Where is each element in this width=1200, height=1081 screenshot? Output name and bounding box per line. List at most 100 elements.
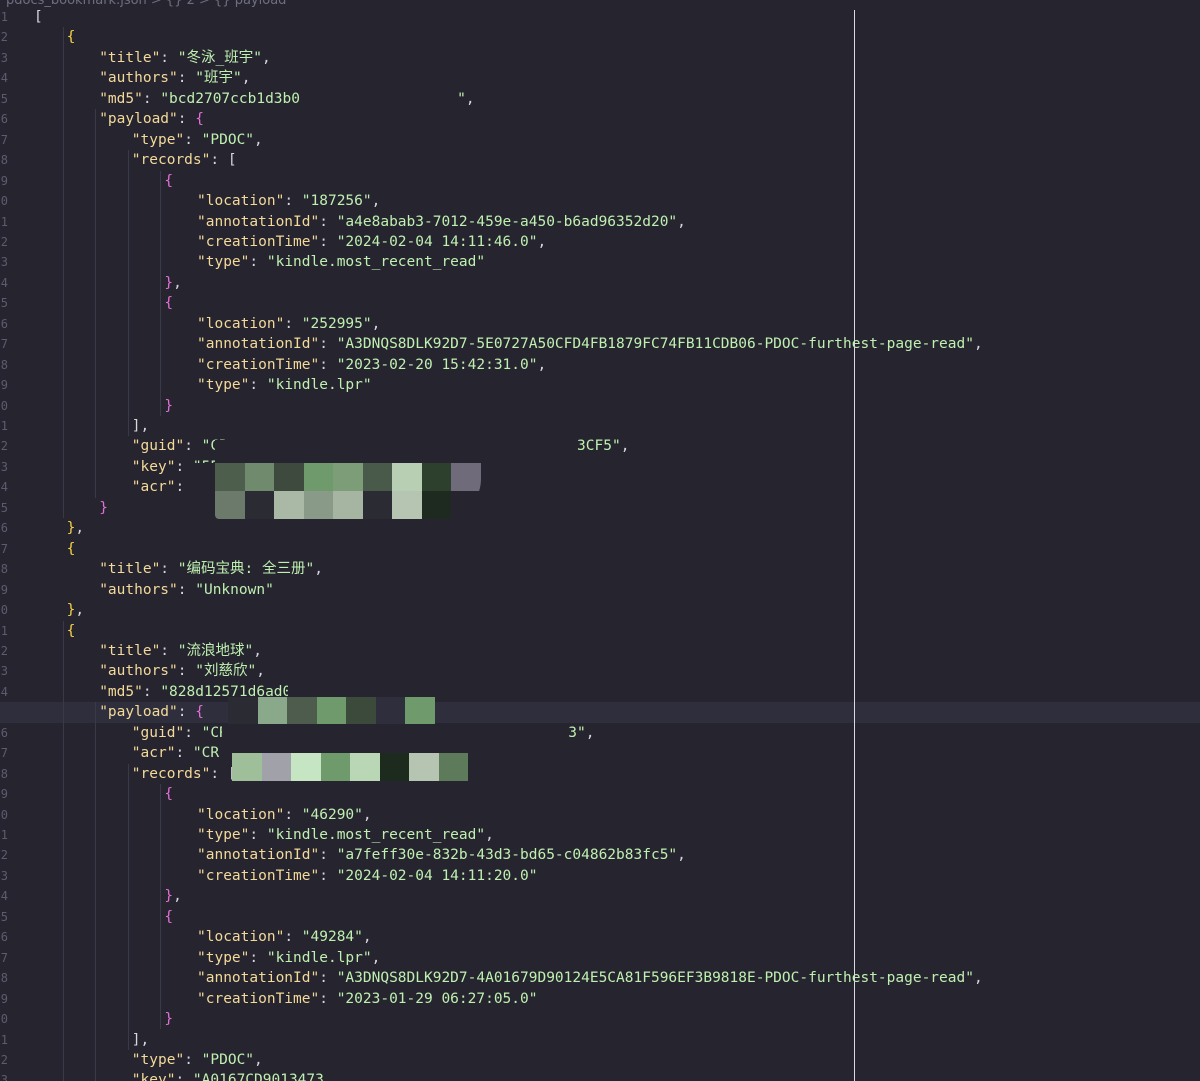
code-line[interactable]: "type": "PDOC", xyxy=(0,130,1200,150)
json-key: "type" xyxy=(131,1051,185,1068)
json-punctuation: : xyxy=(319,970,337,987)
code-line[interactable]: "type": "kindle.lpr" xyxy=(0,375,1200,395)
code-line[interactable]: "acr": "CR xyxy=(0,743,1200,763)
code-line[interactable]: { xyxy=(0,27,1200,47)
code-line[interactable]: "authors": "班宇", xyxy=(0,68,1200,88)
code-line[interactable]: "type": "kindle.most_recent_read", xyxy=(0,825,1200,845)
json-punctuation: : xyxy=(142,90,161,107)
code-line[interactable]: { xyxy=(0,539,1200,559)
json-string: "2024-02-04 14:11:46.0" xyxy=(336,233,538,250)
indent-guide xyxy=(62,620,64,1081)
code-line[interactable]: "annotationId": "A3DNQS8DLK92D7-5E0727A5… xyxy=(0,334,1200,354)
code-line[interactable]: "key": "5E xyxy=(0,457,1200,477)
json-key: "acr" xyxy=(131,745,176,762)
code-line[interactable]: "guid": "CR 3", xyxy=(0,723,1200,743)
code-area[interactable]: [{"title": "冬泳_班宇", "authors": "班宇", "md5"… xyxy=(0,0,1200,1081)
code-line[interactable]: "location": "187256", xyxy=(0,191,1200,211)
json-punctuation: { xyxy=(195,111,204,128)
code-line[interactable]: "md5": "828d12571d6ad09 xyxy=(0,682,1200,702)
json-string: "kindle.lpr" xyxy=(266,949,372,966)
json-key: "records" xyxy=(131,765,211,782)
json-string: "A3DNQS8DLK92D7-5E0727A50CFD4FB1879FC74F… xyxy=(336,336,974,353)
code-line[interactable]: "annotationId": "a4e8abab3-7012-459e-a45… xyxy=(0,212,1200,232)
json-punctuation: , xyxy=(254,1051,263,1068)
code-line[interactable]: "authors": "刘慈欣", xyxy=(0,661,1200,681)
json-string: "A3DNQS8DLK92D7-4A01679D90124E5CA81F596E… xyxy=(336,970,974,987)
json-punctuation: : xyxy=(319,336,337,353)
code-line[interactable]: "type": "kindle.lpr", xyxy=(0,948,1200,968)
json-punctuation: , xyxy=(677,847,686,864)
json-punctuation: [ xyxy=(34,9,43,25)
code-line[interactable]: "type": "kindle.most_recent_read" xyxy=(0,252,1200,272)
code-line[interactable]: ], xyxy=(0,416,1200,436)
json-punctuation: , xyxy=(485,827,494,843)
json-string: "2024-02-04 14:11:20.0" xyxy=(336,867,538,884)
code-line[interactable]: }, xyxy=(0,273,1200,293)
code-line[interactable]: "payload": { xyxy=(0,702,1200,723)
code-line[interactable]: "guid": "CR 3CF5", xyxy=(0,436,1200,456)
code-line[interactable]: "annotationId": "a7feff30e-832b-43d3-bd6… xyxy=(0,845,1200,865)
json-key: "type" xyxy=(197,377,250,394)
json-string: "kindle.most_recent_read" xyxy=(266,254,486,271)
json-key: "location" xyxy=(197,193,285,210)
code-line[interactable]: "md5": "bcd2707ccb1d3b0 ", xyxy=(0,89,1200,109)
json-punctuation: , xyxy=(677,213,686,230)
code-line[interactable]: "records": [ xyxy=(0,764,1200,784)
json-key: "title" xyxy=(99,642,161,659)
json-string: "a7feff30e-832b-43d3-bd65-c04862b83fc5" xyxy=(336,847,678,864)
code-line[interactable]: "creationTime": "2024-02-04 14:11:20.0" xyxy=(0,866,1200,886)
code-line[interactable]: "creationTime": "2023-01-29 06:27:05.0" xyxy=(0,989,1200,1009)
code-line[interactable]: [ xyxy=(0,7,1200,27)
code-line[interactable]: "creationTime": "2023-02-20 15:42:31.0", xyxy=(0,355,1200,375)
json-key: "guid" xyxy=(131,724,185,741)
code-line[interactable]: } xyxy=(0,396,1200,416)
json-key: "records" xyxy=(131,152,211,169)
redaction-mask xyxy=(222,724,532,753)
code-line[interactable]: "authors": "Unknown" xyxy=(0,580,1200,600)
json-punctuation: : xyxy=(184,438,202,455)
indent-guide xyxy=(127,150,129,437)
code-line[interactable]: { xyxy=(0,171,1200,191)
code-line[interactable]: "title": "编码宝典: 全三册", xyxy=(0,559,1200,579)
code-line[interactable]: "annotationId": "A3DNQS8DLK92D7-4A01679D… xyxy=(0,968,1200,988)
vertical-ruler xyxy=(854,10,855,1081)
code-line[interactable]: { xyxy=(0,293,1200,313)
json-key: "authors" xyxy=(99,663,178,680)
code-line[interactable]: "title": "冬泳_班宇", xyxy=(0,48,1200,68)
json-punctuation: } xyxy=(99,499,108,516)
code-line[interactable]: { xyxy=(0,907,1200,927)
json-key: "type" xyxy=(197,949,250,966)
json-punctuation: : xyxy=(319,356,337,373)
code-line[interactable]: }, xyxy=(0,600,1200,620)
json-string: "a4e8abab3-7012-459e-a450-b6ad96352d20" xyxy=(336,213,678,230)
json-punctuation: { xyxy=(164,295,174,312)
code-line[interactable]: } xyxy=(0,498,1200,518)
redaction-mosaic xyxy=(232,753,468,781)
code-line[interactable]: "key": "A0167CD9013473... xyxy=(0,1070,1200,1081)
code-editor[interactable]: pdocs_bookmark.json > {} 2 > {} payload … xyxy=(0,0,1200,1081)
code-line[interactable]: "payload": { xyxy=(0,109,1200,129)
code-line[interactable]: "acr": "CR xyxy=(0,477,1200,497)
code-line[interactable]: }, xyxy=(0,886,1200,906)
json-punctuation: { xyxy=(66,29,76,46)
code-line[interactable]: "title": "流浪地球", xyxy=(0,641,1200,661)
code-line[interactable]: { xyxy=(0,621,1200,641)
code-line[interactable]: "location": "46290", xyxy=(0,805,1200,825)
json-punctuation: , xyxy=(261,49,271,66)
json-punctuation: : xyxy=(175,458,193,475)
code-line[interactable]: "records": [ xyxy=(0,150,1200,170)
json-punctuation: } xyxy=(164,1011,174,1028)
code-line[interactable]: }, xyxy=(0,518,1200,538)
code-line[interactable]: "type": "PDOC", xyxy=(0,1050,1200,1070)
code-line[interactable]: "location": "49284", xyxy=(0,927,1200,947)
code-line[interactable]: ], xyxy=(0,1030,1200,1050)
code-line[interactable]: "creationTime": "2024-02-04 14:11:46.0", xyxy=(0,232,1200,252)
code-line[interactable]: } xyxy=(0,1009,1200,1029)
json-punctuation: : xyxy=(175,745,193,762)
indent-guide xyxy=(95,702,97,1081)
code-line[interactable]: { xyxy=(0,784,1200,804)
json-punctuation: , xyxy=(75,602,85,619)
json-key: "authors" xyxy=(99,581,178,598)
json-punctuation: , xyxy=(362,806,372,823)
code-line[interactable]: "location": "252995", xyxy=(0,314,1200,334)
